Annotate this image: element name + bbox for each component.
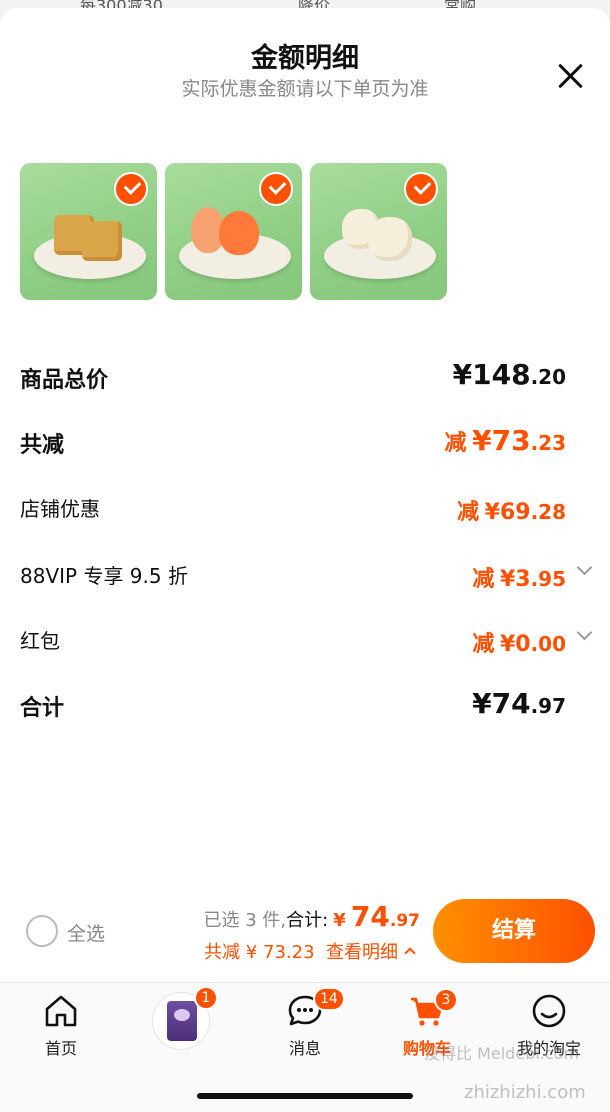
tab-label: 消息 [288,1039,321,1058]
red-packet-value: 减 ¥0.00 [472,632,566,657]
selected-check-icon[interactable] [404,172,438,206]
tab-home[interactable]: 首页 [0,983,122,1073]
selected-check-icon[interactable] [259,172,293,206]
vip-discount-value: 减 ¥3.95 [472,567,566,592]
total-reduction-value: 减 ¥73.23 [444,424,566,457]
food-image [219,211,259,255]
grand-total-value: ¥74.97 [472,687,566,720]
red-packet-label: 红包 [20,629,60,653]
milk-powder-can-image [167,1001,197,1041]
tab-label: 首页 [44,1039,77,1058]
product-thumb-3[interactable] [310,163,447,300]
store-discount-value: 减 ¥69.28 [457,500,566,525]
product-thumb-1[interactable] [20,163,157,300]
grand-total-label: 合计 [20,696,65,721]
food-image [82,221,122,261]
close-icon[interactable] [552,58,588,94]
selected-summary: 已选 3 件,合计: ¥ 74.97 [203,900,420,933]
total-price-label: 商品总价 [20,368,109,393]
sheet-subtitle: 实际优惠金额请以下单页为准 [181,78,429,100]
badge-count: 14 [313,987,345,1011]
food-image [368,217,412,261]
profile-icon [532,994,566,1028]
product-thumb-2[interactable] [165,163,302,300]
watermark-text: zhizhizhi.com [464,1082,586,1103]
selected-check-icon[interactable] [114,172,148,206]
total-reduction-label: 共减 [20,433,65,458]
select-all-radio[interactable] [26,915,58,947]
badge-count: 3 [434,988,458,1012]
vip-discount-label: 88VIP 专享 9.5 折 [20,564,188,588]
total-price-value: ¥148.20 [452,358,566,391]
store-discount-label: 店铺优惠 [20,497,100,521]
home-indicator[interactable] [197,1093,413,1099]
select-all-label[interactable]: 全选 [67,919,105,946]
badge-count: 1 [194,986,218,1010]
watermark-text: 没得比 Meldebi.com [424,1044,580,1063]
sheet-title: 金额明细 [251,43,359,74]
chevron-up-icon [404,947,416,959]
view-detail-link[interactable]: 共减 ¥ 73.23 查看明细 [204,938,416,964]
home-icon [45,995,77,1027]
tab-messages[interactable]: 消息 [244,983,366,1073]
checkout-button[interactable]: 结算 [433,899,595,963]
